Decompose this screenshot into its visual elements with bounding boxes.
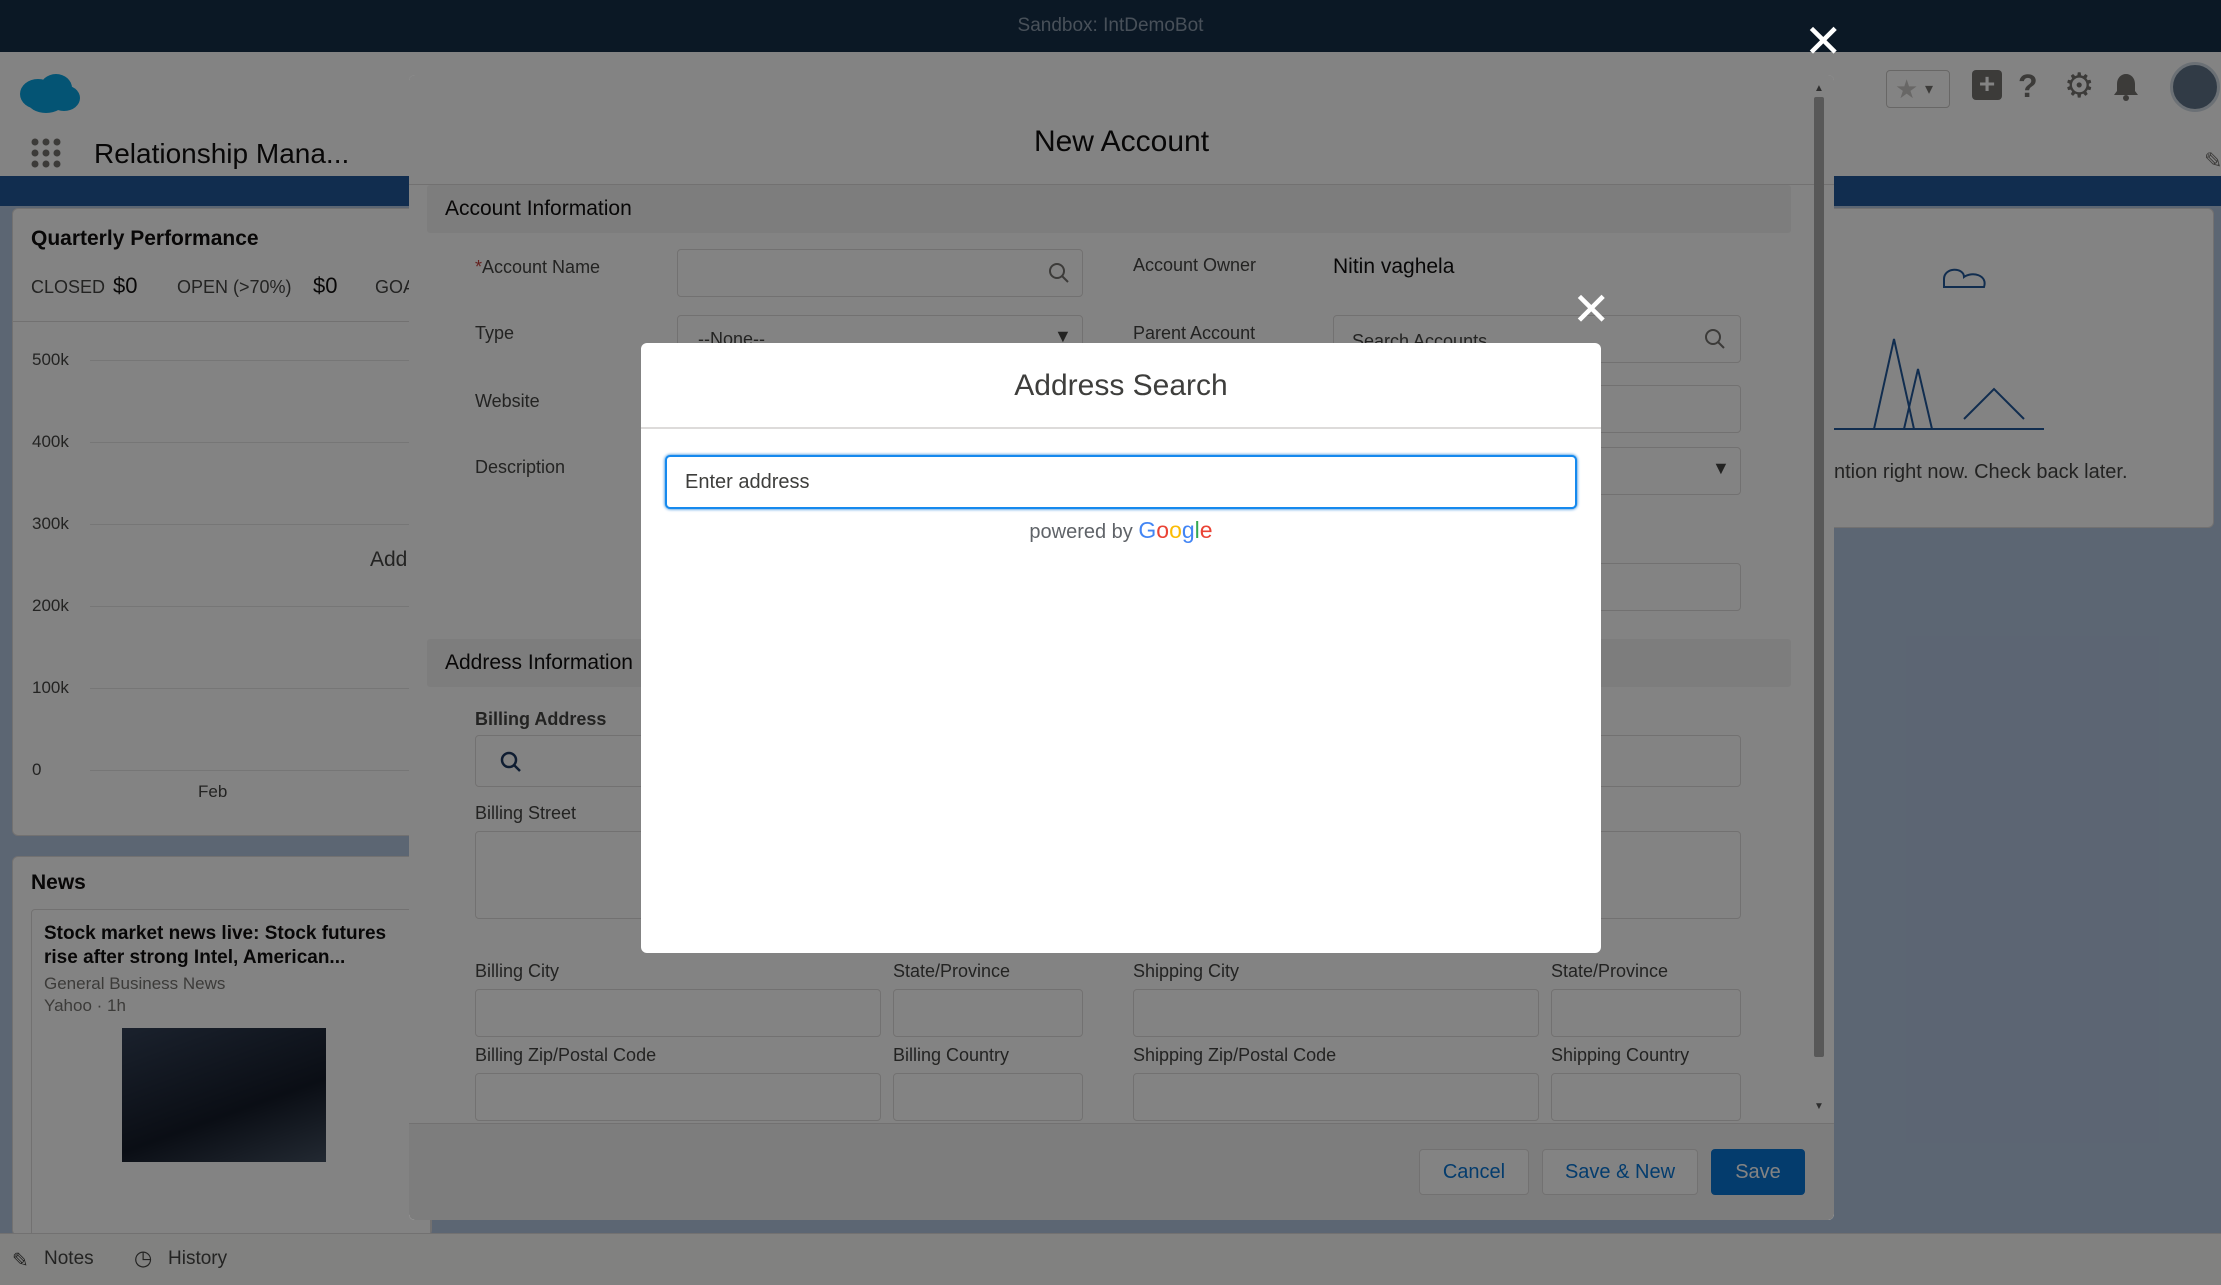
address-search-title: Address Search [641,343,1601,429]
address-search-modal: Address Search powered by Google [641,343,1601,953]
google-logo: Google [1138,517,1213,543]
powered-by-text: powered by [1029,521,1133,543]
close-icon[interactable]: ✕ [1804,18,1843,64]
close-icon[interactable]: ✕ [1572,286,1611,332]
address-search-input[interactable] [665,455,1577,509]
backdrop [0,0,2221,52]
powered-by-google: powered by Google [641,517,1601,544]
